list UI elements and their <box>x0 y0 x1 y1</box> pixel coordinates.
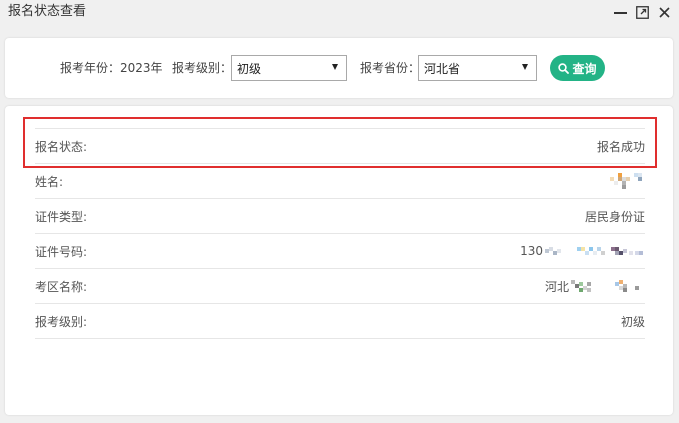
detail-label: 姓名: <box>35 174 64 189</box>
exam-area-visible-text: 河北 <box>544 279 569 294</box>
detail-label: 证件类型: <box>35 209 88 224</box>
id-number-visible-text: 130 <box>520 244 543 258</box>
detail-list: 报名状态: 报名成功 姓名: 证件类型: 居民身份证 证件号码: 130 考区名… <box>35 128 645 339</box>
minimize-icon <box>613 12 627 14</box>
detail-row-exam-area: 考区名称: 河北 <box>35 268 645 303</box>
level-select-value: 初级 <box>237 62 262 76</box>
detail-row-level: 报考级别: 初级 <box>35 303 645 339</box>
year-value: 2023年 <box>120 61 163 75</box>
chevron-down-icon <box>332 64 338 70</box>
province-select-value: 河北省 <box>424 62 461 76</box>
detail-label: 报考级别: <box>35 314 88 329</box>
detail-row-status: 报名状态: 报名成功 <box>35 128 645 163</box>
exam-area-value: 河北 <box>545 278 645 295</box>
name-value <box>610 173 645 189</box>
detail-row-id-number: 证件号码: 130 <box>35 233 645 268</box>
detail-label: 报名状态: <box>35 139 88 154</box>
search-button-label: 查询 <box>572 61 597 76</box>
province-select[interactable]: 河北省 <box>418 55 537 81</box>
detail-row-id-type: 证件类型: 居民身份证 <box>35 198 645 233</box>
search-icon <box>558 62 570 74</box>
redacted-mosaic <box>545 247 643 255</box>
level-select[interactable]: 初级 <box>231 55 347 81</box>
detail-panel: 报名状态: 报名成功 姓名: 证件类型: 居民身份证 证件号码: 130 考区名… <box>5 106 673 415</box>
maximize-button[interactable] <box>635 5 649 19</box>
maximize-icon <box>635 5 649 19</box>
detail-label: 证件号码: <box>35 244 88 259</box>
province-label: 报考省份： <box>360 61 421 75</box>
detail-row-name: 姓名: <box>35 163 645 198</box>
id-number-value: 130 <box>520 243 645 259</box>
year-label: 报考年份： <box>60 61 121 75</box>
redacted-mosaic <box>610 173 642 189</box>
detail-label: 考区名称: <box>35 279 88 294</box>
redacted-mosaic <box>571 280 639 292</box>
minimize-button[interactable] <box>613 5 627 19</box>
level-label: 报考级别： <box>172 61 233 75</box>
filter-panel: 报考年份： 2023年 报考级别： 初级 报考省份： 河北省 查询 <box>5 38 673 98</box>
search-button[interactable]: 查询 <box>550 55 605 81</box>
window-title: 报名状态查看 <box>8 4 87 19</box>
close-icon <box>658 6 670 18</box>
status-value: 报名成功 <box>596 139 645 154</box>
id-type-value: 居民身份证 <box>584 209 645 224</box>
close-button[interactable] <box>657 5 671 19</box>
chevron-down-icon <box>522 64 528 70</box>
level-value: 初级 <box>620 314 645 329</box>
